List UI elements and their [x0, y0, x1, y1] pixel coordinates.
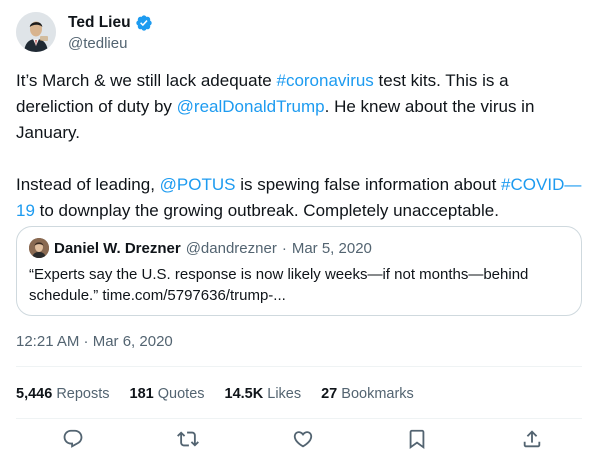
name-row: Ted Lieu	[68, 13, 153, 33]
engagement-stats: 5,446 Reposts 181 Quotes 14.5K Likes 27 …	[16, 386, 434, 402]
reply-icon	[63, 429, 83, 448]
quoted-author-avatar	[29, 238, 49, 258]
hashtag-link-coronavirus[interactable]: #coronavirus	[276, 71, 373, 90]
author-display-name[interactable]: Ted Lieu	[68, 14, 131, 32]
divider	[16, 418, 582, 419]
tweet-paragraph-1: It’s March & we still lack adequate #cor…	[16, 68, 582, 146]
verified-badge-icon	[135, 14, 152, 31]
share-icon	[523, 430, 541, 448]
tweet-paragraph-2: Instead of leading, @POTUS is spewing fa…	[16, 172, 582, 224]
action-bar	[0, 428, 598, 464]
reposts-count: 5,446	[16, 386, 53, 402]
tweet-timestamp[interactable]: 12:21 AM · Mar 6, 2020	[16, 333, 173, 350]
quoted-separator: ·	[281, 239, 287, 257]
bookmarks-label: Bookmarks	[341, 386, 414, 402]
like-button[interactable]	[292, 428, 314, 450]
quoted-text-line: schedule.” time.com/5797636/trump-...	[29, 287, 286, 304]
reply-button[interactable]	[62, 428, 84, 450]
likes-stat[interactable]: 14.5K Likes	[225, 386, 302, 402]
bookmark-icon	[409, 429, 425, 450]
author-handle[interactable]: @tedlieu	[68, 35, 153, 52]
tweet-card: Ted Lieu @tedlieu It’s March & we still …	[0, 0, 598, 469]
bookmark-button[interactable]	[406, 428, 428, 450]
tweet-header: Ted Lieu @tedlieu	[16, 10, 153, 54]
likes-label: Likes	[267, 386, 302, 402]
repost-icon	[176, 431, 199, 447]
tweet-text: It’s March & we still lack adequate #cor…	[16, 68, 582, 224]
text-segment: Instead of leading,	[16, 175, 160, 194]
author-avatar[interactable]	[16, 12, 56, 52]
share-button[interactable]	[521, 428, 543, 450]
divider	[16, 366, 582, 367]
reposts-stat[interactable]: 5,446 Reposts	[16, 386, 110, 402]
quotes-stat[interactable]: 181 Quotes	[130, 386, 205, 402]
mention-link-potus[interactable]: @POTUS	[160, 175, 236, 194]
quotes-count: 181	[129, 386, 154, 402]
text-segment: to downplay the growing outbreak. Comple…	[34, 201, 499, 220]
text-segment: It’s March & we still lack adequate	[16, 71, 277, 90]
mention-link-realdonaldtrump[interactable]: @realDonaldTrump	[177, 97, 325, 116]
quoted-tweet-header: Daniel W. Drezner @dandrezner · Mar 5, 2…	[29, 238, 569, 258]
reposts-label: Reposts	[56, 386, 110, 402]
bookmarks-stat[interactable]: 27 Bookmarks	[321, 386, 414, 402]
repost-button[interactable]	[176, 428, 199, 450]
quoted-author-handle: @dandrezner	[185, 239, 277, 257]
likes-count: 14.5K	[224, 386, 264, 402]
quoted-text-line: “Experts say the U.S. response is now li…	[29, 266, 529, 283]
quoted-author-name: Daniel W. Drezner	[54, 239, 181, 257]
author-names: Ted Lieu @tedlieu	[68, 13, 153, 52]
bookmarks-count: 27	[321, 386, 338, 402]
quoted-tweet[interactable]: Daniel W. Drezner @dandrezner · Mar 5, 2…	[16, 226, 582, 316]
text-segment: is spewing false information about	[235, 175, 502, 194]
quotes-label: Quotes	[157, 386, 205, 402]
quoted-tweet-text: “Experts say the U.S. response is now li…	[29, 264, 569, 306]
heart-icon	[293, 431, 312, 448]
quoted-date: Mar 5, 2020	[291, 239, 372, 257]
